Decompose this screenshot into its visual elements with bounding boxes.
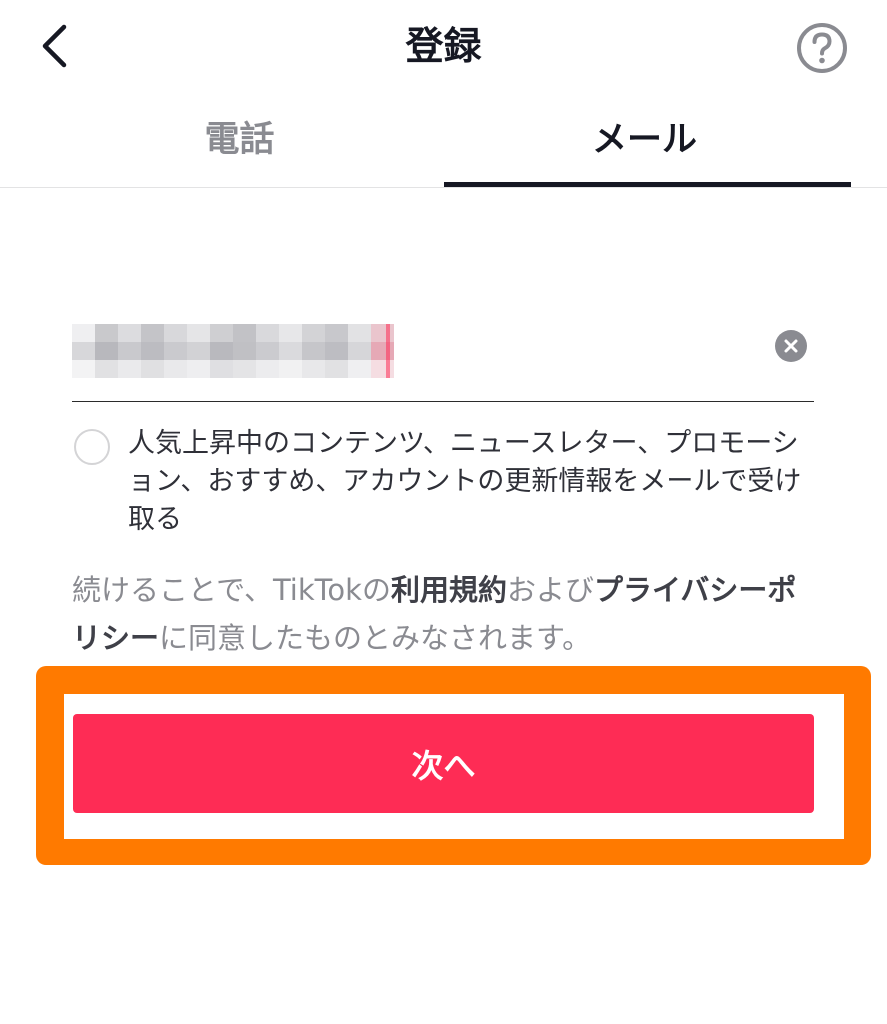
clear-input-button[interactable] <box>775 330 807 362</box>
tab-phone[interactable]: 電話 <box>18 100 461 188</box>
page-title: 登録 <box>405 24 482 68</box>
marketing-consent-label: 人気上昇中のコンテンツ、ニュースレター、プロモーション、おすすめ、アカウントの更… <box>128 428 802 535</box>
terms-prefix: 続けることで、TikTokの <box>72 573 391 607</box>
question-circle-icon <box>797 23 847 73</box>
email-input-row <box>72 312 814 402</box>
terms-suffix: に同意したものとみなされます。 <box>159 621 592 655</box>
active-tab-indicator <box>444 182 851 187</box>
email-input[interactable] <box>72 324 402 378</box>
text-caret <box>386 324 390 378</box>
next-button[interactable]: 次へ <box>73 714 814 813</box>
help-button[interactable] <box>795 21 849 75</box>
terms-notice: 続けることで、TikTokの利用規約およびプライバシーポリシーに同意したものとみ… <box>72 566 822 662</box>
marketing-consent: 人気上昇中のコンテンツ、ニュースレター、プロモーション、おすすめ、アカウントの更… <box>72 425 812 535</box>
terms-of-service-link[interactable]: 利用規約 <box>391 573 507 607</box>
signup-screen: 登録 電話 メール 人気上昇中のコンテンツ、ニュースレター、プロモーション、おす… <box>0 0 887 1024</box>
marketing-consent-checkbox[interactable] <box>74 429 110 465</box>
signup-method-tabs: 電話 メール <box>0 100 887 188</box>
clear-icon <box>784 339 798 353</box>
header: 登録 <box>0 0 887 100</box>
tab-email[interactable]: メール <box>423 100 866 188</box>
terms-middle: および <box>506 573 594 607</box>
